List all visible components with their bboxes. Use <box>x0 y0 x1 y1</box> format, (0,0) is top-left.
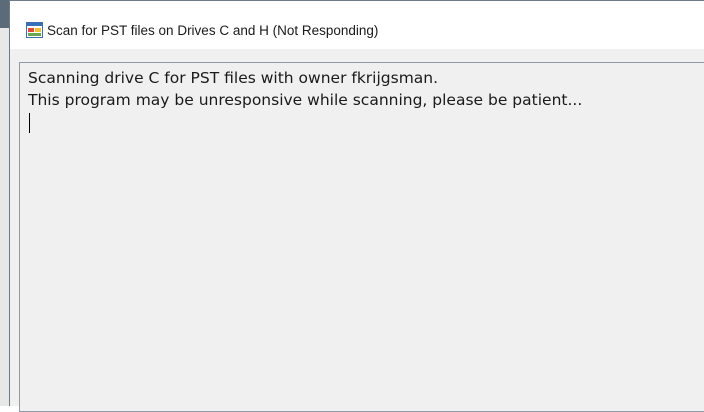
background-desktop <box>0 0 9 406</box>
title-bar[interactable]: Scan for PST files on Drives C and H (No… <box>10 1 704 49</box>
output-line-1: Scanning drive C for PST files with owne… <box>28 69 439 87</box>
caret-line <box>28 111 700 133</box>
text-caret <box>29 113 30 133</box>
app-window: Scan for PST files on Drives C and H (No… <box>9 0 704 412</box>
background-window-edge <box>0 28 9 406</box>
windows-form-app-icon <box>26 22 43 38</box>
window-title: Scan for PST files on Drives C and H (No… <box>47 23 379 38</box>
output-textbox[interactable]: Scanning drive C for PST files with owne… <box>19 62 704 412</box>
output-line-2: This program may be unresponsive while s… <box>28 91 583 109</box>
